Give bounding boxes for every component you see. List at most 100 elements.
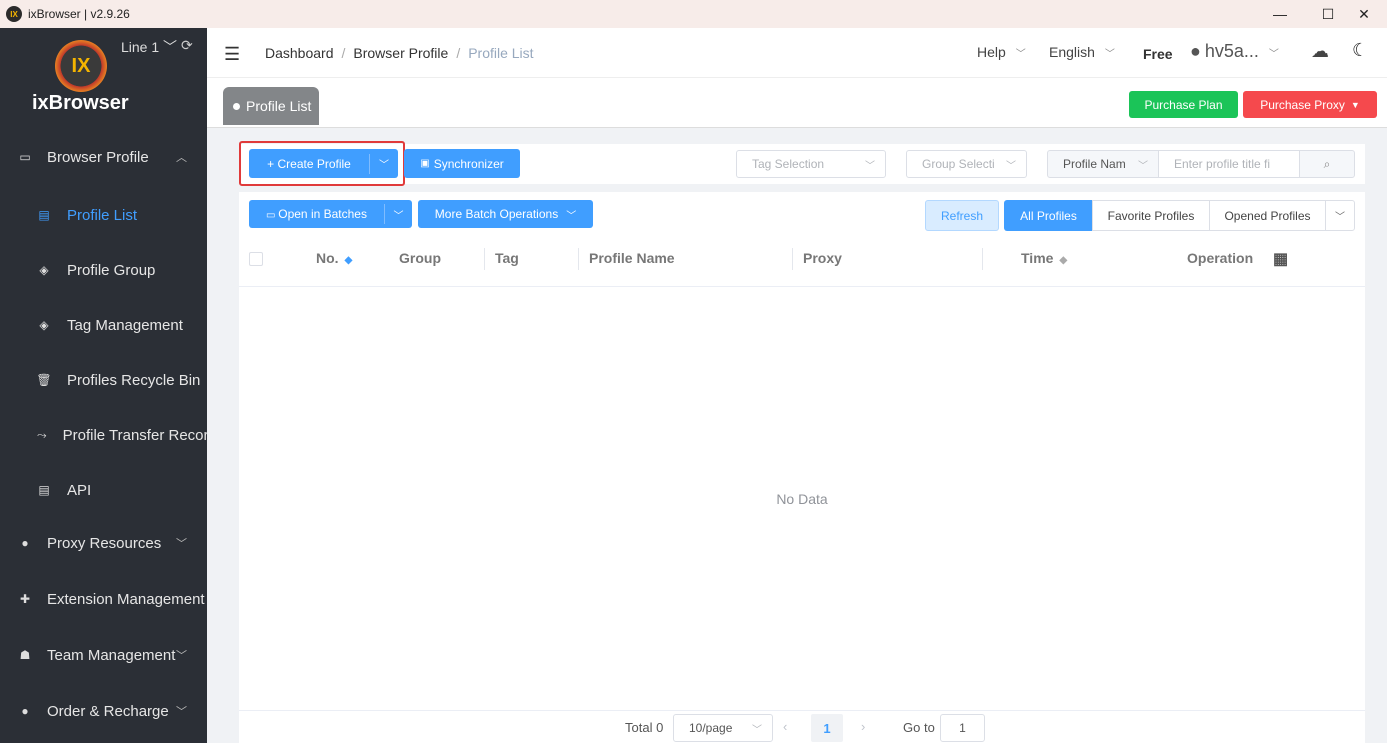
logo-text: ixBrowser	[32, 92, 129, 114]
button-label: ▭ Open in Batches	[249, 207, 384, 221]
chevron-down-icon: ﹀	[865, 160, 875, 172]
layers-icon: ◈	[39, 263, 49, 277]
total-count: Total 0	[625, 720, 664, 735]
refresh-button[interactable]: Refresh	[925, 200, 999, 231]
search-icon: ⌕	[1323, 156, 1331, 171]
help-menu[interactable]: Help ﹀	[977, 44, 1026, 60]
page-number-current[interactable]: 1	[811, 714, 843, 742]
goto-label: Go to	[903, 720, 935, 735]
trash-icon: 🗑	[36, 373, 52, 387]
active-dot-icon	[233, 102, 240, 110]
chevron-down-icon: ﹀	[752, 724, 762, 736]
chevron-down-icon: ﹀	[176, 706, 187, 718]
plan-badge: Free	[1143, 46, 1173, 62]
tab-opened-profiles[interactable]: Opened Profiles	[1209, 200, 1326, 231]
tab-favorite-profiles[interactable]: Favorite Profiles	[1092, 200, 1210, 231]
more-batch-operations-button[interactable]: More Batch Operations ﹀	[418, 200, 593, 228]
folder-icon: ▭	[266, 210, 279, 221]
sidebar-item-profile-list[interactable]: ▤ Profile List	[0, 195, 207, 235]
line-selector[interactable]: Line 1 ﹀	[121, 37, 177, 57]
column-divider	[982, 248, 983, 270]
tab-all-profiles[interactable]: All Profiles	[1004, 200, 1093, 231]
chevron-up-icon: ︿	[176, 152, 187, 164]
sidebar-item-recycle-bin[interactable]: 🗑 Profiles Recycle Bin	[0, 360, 207, 400]
synchronizer-button[interactable]: ▣ Synchronizer	[404, 149, 520, 178]
sidebar-item-api[interactable]: ▤ API	[0, 470, 207, 510]
tags-bar: Profile List Purchase Plan Purchase Prox…	[207, 79, 1387, 128]
sidebar-item-order-recharge[interactable]: ● Order & Recharge ﹀	[0, 691, 207, 731]
column-header-tag: Tag	[495, 250, 519, 266]
search-input[interactable]: Enter profile title fi	[1158, 150, 1300, 178]
sidebar-item-label: Extension Management	[47, 590, 205, 608]
input-placeholder: Enter profile title fi	[1174, 157, 1271, 171]
search-button[interactable]: ⌕	[1299, 150, 1355, 178]
chevron-down-icon: ﹀	[566, 210, 577, 222]
cloud-download-icon[interactable]: ☁	[1311, 41, 1329, 62]
create-profile-button[interactable]: + Create Profile ﹀	[249, 149, 398, 178]
column-header-operation: Operation	[1187, 250, 1254, 266]
group-selection-select[interactable]: Group Selecti ﹀	[906, 150, 1027, 178]
prev-page-icon[interactable]: ‹	[783, 719, 787, 734]
coin-icon: ●	[21, 704, 29, 718]
sidebar-item-tag-management[interactable]: ◈ Tag Management	[0, 305, 207, 345]
purchase-plan-button[interactable]: Purchase Plan	[1129, 91, 1238, 118]
page-size-select[interactable]: 10/page ﹀	[673, 714, 773, 742]
select-all-checkbox[interactable]	[249, 252, 263, 266]
top-header: ☰ Dashboard / Browser Profile / Profile …	[207, 28, 1387, 78]
ixbrowser-logo: IX	[55, 40, 107, 92]
next-page-icon[interactable]: ›	[861, 719, 865, 734]
purchase-proxy-button[interactable]: Purchase Proxy ▼	[1243, 91, 1377, 118]
close-button[interactable]: ✕	[1341, 0, 1387, 28]
chevron-down-icon[interactable]: ﹀	[1325, 200, 1355, 231]
sidebar-item-label: Browser Profile	[47, 148, 149, 166]
button-label: Purchase Proxy	[1260, 97, 1345, 112]
language-label: English	[1049, 44, 1095, 60]
button-text: Open in Batches	[278, 207, 367, 221]
sidebar-item-proxy-resources[interactable]: ● Proxy Resources ﹀	[0, 523, 207, 563]
sidebar-item-browser-profile[interactable]: ▭ Browser Profile ︿	[0, 137, 207, 177]
open-in-batches-button[interactable]: ▭ Open in Batches ﹀	[249, 200, 412, 228]
tab-label: Profile List	[246, 98, 312, 114]
menu-toggle-icon[interactable]: ☰	[224, 44, 240, 65]
column-header-no[interactable]: No. ◆	[316, 250, 352, 266]
sidebar-item-extension-management[interactable]: ✚ Extension Management	[0, 579, 207, 619]
user-menu[interactable]: ● hv5a... ﹀	[1190, 41, 1279, 62]
chevron-down-icon: ﹀	[1138, 160, 1148, 172]
app-logo-icon: IX	[6, 6, 22, 22]
column-settings-icon[interactable]: ▦	[1273, 249, 1288, 269]
language-selector[interactable]: English ﹀	[1049, 44, 1115, 60]
tab-profile-list[interactable]: Profile List	[223, 87, 319, 125]
chevron-down-icon[interactable]: ﹀	[370, 156, 398, 171]
username: hv5a...	[1204, 41, 1259, 61]
breadcrumb-current: Profile List	[468, 45, 534, 61]
minimize-button[interactable]: —	[1257, 0, 1303, 28]
goto-page-input[interactable]: 1	[940, 714, 985, 742]
list-icon: ▤	[38, 208, 50, 222]
sidebar-item-profile-group[interactable]: ◈ Profile Group	[0, 250, 207, 290]
dark-mode-icon[interactable]: ☾	[1352, 40, 1368, 61]
window-title: ixBrowser | v2.9.26	[28, 7, 130, 21]
refresh-line-icon[interactable]: ⟳	[181, 37, 193, 54]
search-field-select[interactable]: Profile Nam ﹀	[1047, 150, 1159, 178]
sort-icon[interactable]: ◆	[1059, 255, 1067, 266]
chevron-down-icon: ﹀	[1104, 49, 1115, 60]
chevron-down-icon[interactable]: ﹀	[385, 207, 412, 222]
column-header-time[interactable]: Time ◆	[1021, 250, 1067, 266]
column-divider	[484, 248, 485, 270]
sidebar-item-label: Order & Recharge	[47, 702, 169, 720]
sidebar-item-transfer-record[interactable]: ⤳ Profile Transfer Record	[0, 415, 207, 455]
breadcrumb-item[interactable]: Browser Profile	[353, 45, 448, 61]
sort-icon[interactable]: ◆	[345, 255, 353, 266]
sidebar-item-label: Team Management	[47, 646, 176, 664]
transfer-icon: ⤳	[37, 427, 47, 442]
sidebar-item-label: Profile List	[67, 206, 138, 224]
sidebar-item-label: Profiles Recycle Bin	[67, 371, 201, 389]
button-label: More Batch Operations	[434, 207, 559, 221]
breadcrumb-item[interactable]: Dashboard	[265, 45, 334, 61]
user-avatar-icon: ●	[1190, 41, 1201, 61]
sidebar-item-label: Proxy Resources	[47, 534, 162, 552]
header-label: No.	[316, 250, 339, 266]
sidebar-item-team-management[interactable]: ☗ Team Management ﹀	[0, 635, 207, 675]
button-label: + Create Profile	[267, 156, 351, 171]
tag-selection-select[interactable]: Tag Selection ﹀	[736, 150, 886, 178]
